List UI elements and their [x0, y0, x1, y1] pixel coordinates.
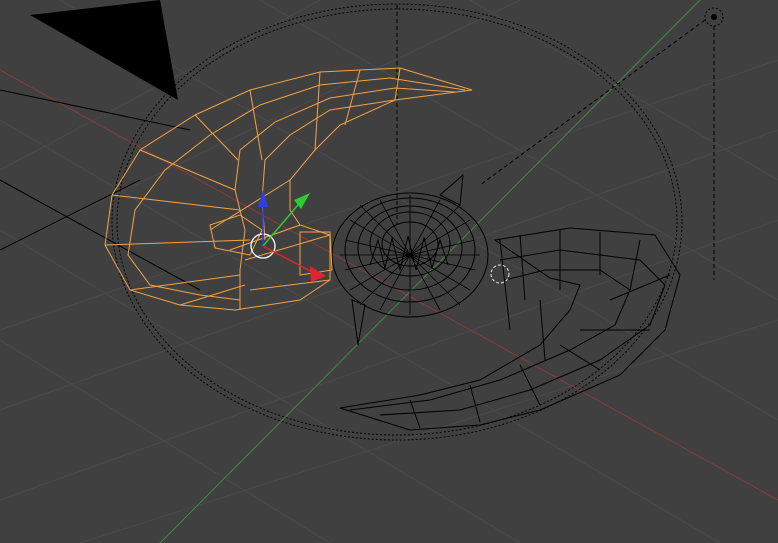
camera-lines — [0, 89, 201, 291]
lamp-spread-line — [479, 19, 706, 186]
x-axis-line — [0, 69, 778, 501]
lamp-object[interactable] — [479, 7, 724, 280]
selected-blade[interactable] — [104, 67, 473, 311]
blade-origin-marker — [490, 264, 510, 284]
camera-object[interactable] — [0, 0, 201, 291]
viewport-canvas[interactable] — [0, 0, 778, 543]
x-axis-arrow-icon[interactable] — [310, 266, 326, 282]
center-hub[interactable] — [331, 173, 489, 346]
transform-gizmo[interactable] — [250, 190, 326, 282]
3d-viewport[interactable] — [0, 0, 778, 543]
opposite-blade[interactable] — [339, 227, 681, 431]
camera-frustum — [30, 0, 178, 100]
